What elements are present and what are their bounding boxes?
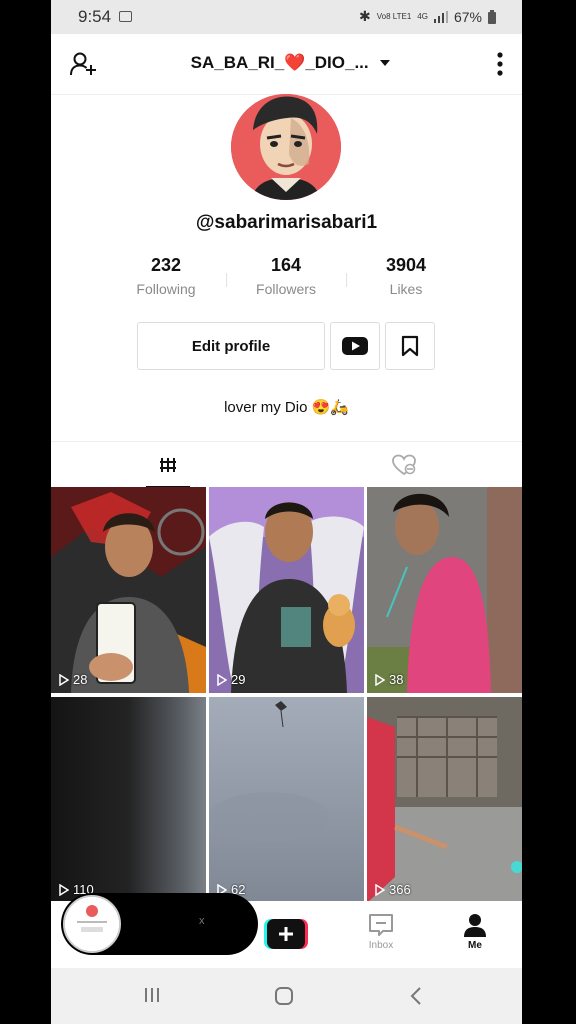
status-bar: 9:54 ✱ Vo8 LTE1 4G 67% [51,0,522,34]
view-count-value: 38 [389,672,404,687]
video-image [51,487,206,693]
video-image [209,697,364,903]
stat-label: Likes [389,281,423,297]
stat-value: 3904 [385,255,427,275]
play-icon [217,673,227,686]
status-time: 9:54 [78,7,112,26]
view-count: 38 [375,672,403,687]
liked-hidden-icon[interactable] [391,453,417,477]
status-right: ✱ Vo8 LTE1 4G 67% [359,8,496,25]
profile-stats: 232 Following 164 Followers 3904 Likes [106,255,466,305]
youtube-button[interactable] [330,322,380,370]
stat-label: Followers [256,281,316,297]
view-count: 28 [59,672,87,687]
chevron-down-icon [380,60,391,66]
pip-preview [65,897,119,951]
video-image [209,487,364,693]
bookmark-icon [401,335,419,357]
nav-inbox[interactable]: Inbox [356,913,406,951]
stat-likes[interactable]: 3904 Likes [346,255,466,297]
view-count-value: 29 [231,672,246,687]
stat-value: 232 [150,255,182,275]
stat-label: Following [136,281,196,297]
recents-icon[interactable] [143,986,161,1004]
view-count: 29 [217,672,245,687]
play-icon [375,673,385,686]
pip-overlay[interactable]: x [61,893,258,955]
signal-type: 4G [417,11,428,21]
youtube-icon [342,337,368,355]
edit-profile-button[interactable]: Edit profile [137,322,325,370]
create-button[interactable] [264,919,308,949]
stat-value: 164 [270,255,302,275]
profile-username: @sabarimarisabari1 [195,212,378,233]
tab-videos[interactable] [146,454,190,488]
bluetooth-icon: ✱ [359,8,371,24]
video-thumbnail[interactable]: 29 [209,487,364,693]
pip-close-button[interactable]: x [199,915,205,927]
avatar-illustration [231,94,341,200]
grid-icon [160,458,176,472]
battery-icon [488,9,496,24]
back-icon[interactable] [409,986,423,1006]
video-thumbnail[interactable]: 62 [209,697,364,903]
account-name: SA_BA_RI_❤️_DIO_... [190,53,369,72]
profile-tabs [51,441,522,488]
bottom-nav: x Inbox Me [51,893,522,968]
person-icon [464,914,486,937]
video-thumbnail[interactable]: 38 [367,487,522,693]
nav-me[interactable]: Me [450,913,500,951]
home-icon[interactable] [274,986,294,1006]
play-icon [59,673,69,686]
nav-me-label: Me [468,940,482,951]
system-nav-bar [51,968,522,1024]
more-vertical-icon[interactable] [496,50,504,78]
gallery-icon [119,11,132,22]
stat-followers[interactable]: 164 Followers [226,255,346,297]
inbox-icon [369,914,393,936]
profile-bio: lover my Dio 😍🛵 [224,399,349,416]
avatar[interactable] [231,94,341,200]
play-icon [375,883,385,896]
view-count: 366 [375,882,411,897]
nav-inbox-label: Inbox [368,940,394,951]
add-user-icon[interactable] [69,50,97,78]
pip-thumbnail[interactable] [63,895,121,953]
video-image [51,697,206,903]
video-thumbnail[interactable]: 110 [51,697,206,903]
video-grid: 28 29 38 110 62 366 [51,487,522,903]
stat-following[interactable]: 232 Following [106,255,226,297]
view-count-value: 28 [73,672,88,687]
signal-icon [433,10,448,23]
profile-header: SA_BA_RI_❤️_DIO_... [51,34,522,95]
video-thumbnail[interactable]: 366 [367,697,522,903]
play-icon [59,883,69,896]
view-count-value: 366 [389,882,411,897]
network-label: Vo8 LTE1 [376,11,412,21]
video-image [367,487,522,693]
video-thumbnail[interactable]: 28 [51,487,206,693]
battery-percent: 67% [453,8,482,25]
video-image [367,697,522,903]
phone-screen: 9:54 ✱ Vo8 LTE1 4G 67% SA_BA_RI_❤️_DIO_.… [51,0,522,1024]
favorites-button[interactable] [385,322,435,370]
account-switcher[interactable]: SA_BA_RI_❤️_DIO_... [171,53,411,73]
